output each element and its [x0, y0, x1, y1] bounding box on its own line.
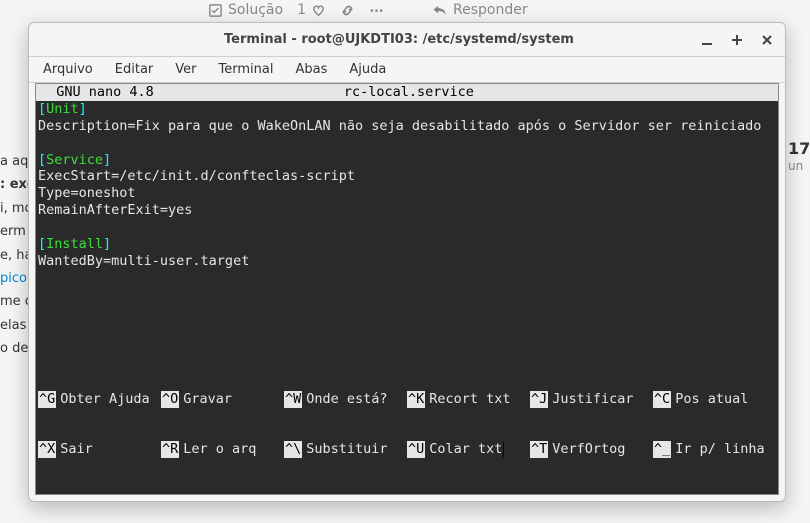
menu-terminal[interactable]: Terminal [209, 60, 284, 79]
nano-version: GNU nano 4.8 [40, 84, 154, 101]
dots-icon [369, 3, 384, 18]
solution-label: Solução [228, 2, 283, 18]
menubar: Arquivo Editar Ver Terminal Abas Ajuda [29, 57, 785, 83]
nano-footer-row-2: ^XSair ^RLer o arq ^\Substituir ^UColar … [38, 441, 776, 458]
line-description: Description=Fix para que o WakeOnLAN não… [38, 118, 761, 134]
close-button[interactable] [759, 34, 775, 46]
minimize-button[interactable] [699, 34, 715, 46]
line-execstart: ExecStart=/etc/init.d/confteclas-script [38, 168, 355, 184]
nano-footer: ^GObter Ajuda ^OGravar ^WOnde está? ^KRe… [36, 357, 778, 494]
terminal-window: Terminal - root@UJKDTI03: /etc/systemd/s… [28, 22, 786, 502]
likes-count: 1 [297, 2, 306, 18]
text-cursor [503, 442, 504, 457]
checkbox-icon [208, 3, 223, 18]
nano-content[interactable]: [Unit] Description=Fix para que o WakeOn… [36, 101, 778, 357]
close-icon [761, 34, 773, 46]
reply-label: Responder [453, 2, 528, 18]
terminal-body[interactable]: GNU nano 4.8 rc-local.service [Unit] Des… [35, 83, 779, 495]
more-actions[interactable] [369, 3, 384, 18]
window-titlebar[interactable]: Terminal - root@UJKDTI03: /etc/systemd/s… [29, 23, 785, 57]
bg-left-text: a aq : exe i, mo erm e, ha pico me c ela… [0, 150, 28, 361]
link-icon [340, 3, 355, 18]
nano-header: GNU nano 4.8 rc-local.service [36, 84, 778, 101]
reply-button[interactable]: Responder [432, 2, 528, 18]
menu-arquivo[interactable]: Arquivo [33, 60, 103, 79]
likes[interactable]: 1 [297, 2, 326, 18]
maximize-icon [731, 34, 743, 46]
menu-ajuda[interactable]: Ajuda [339, 60, 396, 79]
line-wantedby: WantedBy=multi-user.target [38, 253, 249, 269]
reply-icon [432, 3, 448, 18]
menu-abas[interactable]: Abas [285, 60, 337, 79]
solution-badge[interactable]: Solução [208, 2, 283, 18]
terminal-scrollbar[interactable] [773, 84, 778, 494]
line-remain: RemainAfterExit=yes [38, 202, 192, 218]
forum-post-actions: Solução 1 Responder [0, 0, 810, 20]
nano-filename: rc-local.service [154, 84, 664, 101]
window-title: Terminal - root@UJKDTI03: /etc/systemd/s… [99, 32, 699, 47]
nano-footer-row-1: ^GObter Ajuda ^OGravar ^WOnde está? ^KRe… [38, 391, 776, 408]
menu-ver[interactable]: Ver [165, 60, 206, 79]
share-link[interactable] [340, 3, 355, 18]
menu-editar[interactable]: Editar [105, 60, 164, 79]
line-type: Type=oneshot [38, 185, 136, 201]
maximize-button[interactable] [729, 34, 745, 46]
heart-icon [311, 3, 326, 18]
minimize-icon [701, 34, 713, 46]
